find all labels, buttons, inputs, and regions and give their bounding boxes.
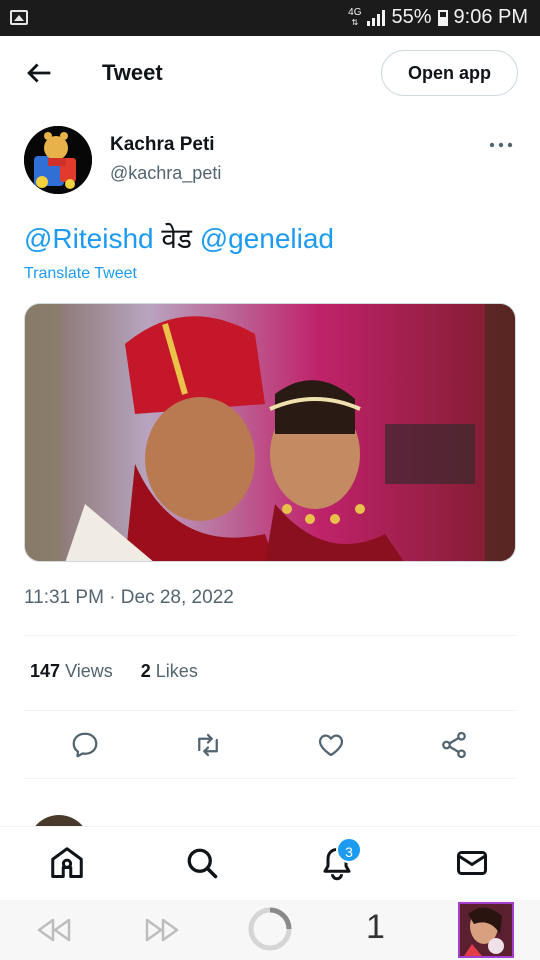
likes-count: 2 xyxy=(140,661,151,681)
back-arrow-icon[interactable] xyxy=(22,56,56,90)
status-bar: 4G ⇅ 55% 9:06 PM xyxy=(0,0,540,36)
tab-thumbnail[interactable] xyxy=(458,902,514,958)
network-type-icon: 4G ⇅ xyxy=(348,6,362,28)
wedding-photo xyxy=(25,304,515,561)
tweet-actions xyxy=(24,722,516,768)
network-type-label: 4G xyxy=(348,6,362,18)
search-icon[interactable] xyxy=(184,845,220,881)
top-app-bar: Tweet Open app xyxy=(0,36,540,112)
messages-mail-icon[interactable] xyxy=(454,845,490,881)
bottom-navigation: 3 xyxy=(0,826,540,900)
tweet-stats: 147 Views 2 Likes xyxy=(30,661,198,682)
tab-count[interactable]: 1 xyxy=(366,908,385,947)
retweet-icon[interactable] xyxy=(193,730,223,760)
reply-icon[interactable] xyxy=(70,730,100,760)
mention-link[interactable]: @Riteishd xyxy=(24,223,154,254)
views-label: Views xyxy=(65,661,113,681)
fast-forward-icon[interactable] xyxy=(142,916,182,944)
avatar-image xyxy=(24,126,92,194)
rewind-icon[interactable] xyxy=(34,916,74,944)
share-icon[interactable] xyxy=(439,730,469,760)
tab-preview-image xyxy=(460,904,512,956)
author-name[interactable]: Kachra Peti xyxy=(110,134,215,156)
battery-percent: 55% xyxy=(391,6,432,28)
tweet-photo[interactable] xyxy=(24,303,516,562)
notifications-badge: 3 xyxy=(336,837,362,863)
loading-spinner-icon[interactable] xyxy=(247,906,293,952)
divider xyxy=(24,710,516,711)
divider xyxy=(24,635,516,636)
page-title: Tweet xyxy=(102,60,163,85)
likes-stat[interactable]: 2 Likes xyxy=(141,661,198,682)
status-indicators: 4G ⇅ 55% 9:06 PM xyxy=(348,6,528,29)
tweet-author: Kachra Peti @kachra_peti xyxy=(24,126,519,196)
data-arrows-icon: ⇅ xyxy=(351,17,359,27)
tweet-timestamp[interactable]: 11:31 PM · Dec 28, 2022 xyxy=(24,587,234,609)
signal-strength-icon xyxy=(367,9,386,26)
divider xyxy=(24,778,516,779)
like-icon[interactable] xyxy=(316,730,346,760)
translate-tweet-link[interactable]: Translate Tweet xyxy=(24,265,137,283)
views-stat[interactable]: 147 Views xyxy=(30,661,113,682)
tweet-text: @Riteishd वेड @geneliad xyxy=(24,219,334,257)
battery-icon xyxy=(437,9,448,26)
open-app-button[interactable]: Open app xyxy=(381,50,518,96)
author-avatar[interactable] xyxy=(24,126,92,194)
tweet-body-text: वेड xyxy=(153,223,200,254)
gallery-notification-icon xyxy=(10,10,28,25)
home-icon[interactable] xyxy=(49,845,85,881)
likes-label: Likes xyxy=(155,661,198,681)
mention-link[interactable]: @geneliad xyxy=(200,223,334,254)
clock: 9:06 PM xyxy=(453,6,528,28)
views-count: 147 xyxy=(30,661,61,681)
more-options-icon[interactable] xyxy=(489,140,513,150)
author-handle[interactable]: @kachra_peti xyxy=(110,163,221,184)
